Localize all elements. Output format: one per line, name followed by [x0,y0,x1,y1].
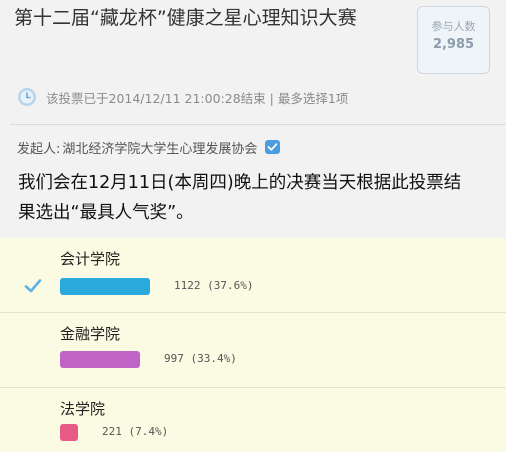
initiator-prefix: 发起人: [17,141,61,157]
clock-icon [18,88,36,106]
option-label: 会计学院 [60,250,121,268]
option-percent: (37.6%) [207,279,254,292]
poll-options: 会计学院 1122 (37.6%) 金融学院 997 (33.4%) 法学院 2… [0,238,506,452]
divider [10,124,506,125]
initiator-name-link[interactable]: 湖北经济学院大学生心理发展协会 [62,138,257,157]
poll-status-row: 该投票已于2014/12/11 21:00:28结束 | 最多选择1项 [17,86,348,108]
option-percent: (7.4%) [128,425,169,438]
poll-option[interactable]: 法学院 221 (7.4%) [0,388,506,452]
poll-option[interactable]: 金融学院 997 (33.4%) [0,313,506,388]
participant-count-value: 2,985 [432,37,475,52]
option-result-bar [60,424,78,441]
poll-description: 我们会在12月11日(本周四)晚上的决赛当天根据此投票结果选出“最具人气奖”。 [18,173,462,223]
option-vote-count: 1122 (37.6%) [174,279,253,292]
poll-status-text: 该投票已于2014/12/11 21:00:28结束 | 最多选择1项 [46,90,349,106]
option-vote-count: 997 (33.4%) [164,352,237,365]
poll-option[interactable]: 会计学院 1122 (37.6%) [0,238,506,313]
option-votes: 1122 [174,279,201,292]
option-percent: (33.4%) [190,352,237,365]
initiator-row: 发起人: 湖北经济学院大学生心理发展协会 [17,136,281,158]
poll-title: 第十二届“藏龙杯”健康之星心理知识大赛 [14,7,357,29]
option-result-bar [60,351,140,368]
option-label: 金融学院 [60,325,121,343]
verified-icon [265,140,281,154]
option-vote-count: 221 (7.4%) [102,425,168,438]
option-votes: 221 [102,425,122,438]
poll-page: 第十二届“藏龙杯”健康之星心理知识大赛 参与人数 2,985 该投票已于2014… [0,0,506,452]
option-votes: 997 [164,352,184,365]
option-label: 法学院 [60,400,106,418]
participant-count-box: 参与人数 2,985 [417,6,490,74]
participant-count-label: 参与人数 [431,20,476,33]
check-icon [24,279,42,293]
option-result-bar [60,278,150,295]
